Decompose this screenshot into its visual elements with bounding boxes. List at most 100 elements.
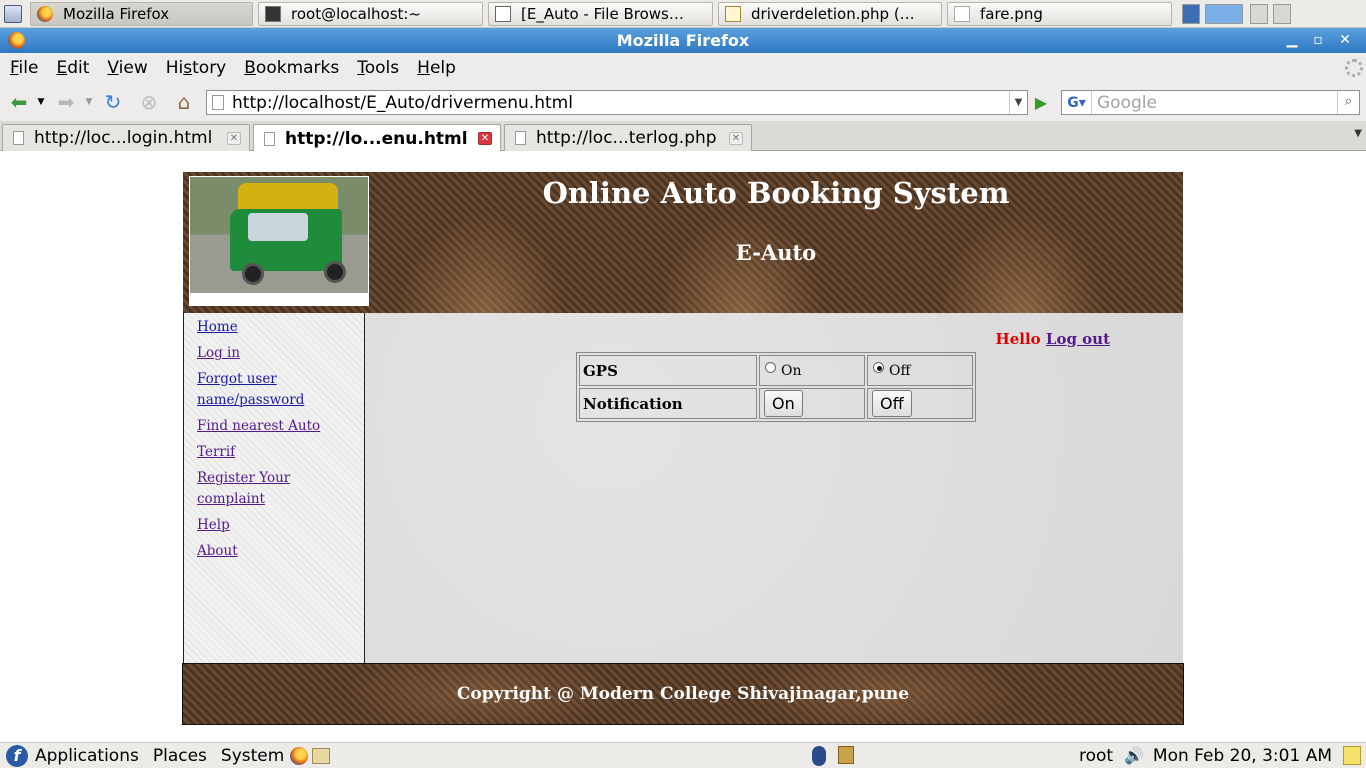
tab-list-dropdown[interactable]: ▼: [1354, 128, 1362, 139]
clock[interactable]: Mon Feb 20, 3:01 AM: [1153, 746, 1332, 766]
site-header: Online Auto Booking System E-Auto: [183, 172, 1183, 314]
forward-history-dropdown[interactable]: ▼: [82, 90, 96, 114]
terminal-icon: [265, 5, 281, 22]
mail-launcher-icon[interactable]: [312, 747, 331, 764]
volume-icon[interactable]: 🔊: [1124, 746, 1144, 765]
menu-applications[interactable]: Applications: [35, 746, 139, 766]
home-icon[interactable]: ⌂: [171, 90, 197, 114]
bottom-panel: f Applications Places System root 🔊 Mon …: [0, 742, 1366, 768]
notification-on-button[interactable]: On: [764, 390, 803, 417]
workspace-1[interactable]: [1182, 4, 1200, 24]
task-file-browser[interactable]: [E_Auto - File Brows…: [488, 1, 713, 26]
menu-bookmarks[interactable]: Bookmarks: [235, 58, 348, 78]
task-firefox[interactable]: Mozilla Firefox: [30, 1, 253, 26]
menu-tools[interactable]: Tools: [348, 58, 408, 78]
gps-on-radio[interactable]: [765, 362, 776, 373]
gps-off-radio[interactable]: [873, 362, 884, 373]
reload-icon[interactable]: ↻: [100, 90, 126, 114]
sidebar-link-complaint[interactable]: Register Your complaint: [197, 468, 327, 510]
greeting: Hello Log out: [996, 330, 1110, 348]
gps-on-cell: On: [759, 355, 865, 386]
firefox-launcher-icon[interactable]: [290, 746, 309, 765]
text-editor-icon: [725, 5, 741, 22]
maximize-button[interactable]: ▫: [1306, 31, 1330, 50]
sidebar-link-about[interactable]: About: [197, 541, 327, 562]
main-panel: Hello Log out GPS On Off Notification On…: [365, 313, 1183, 664]
page-content: Online Auto Booking System E-Auto Home L…: [0, 151, 1366, 742]
folder-icon: [495, 5, 511, 22]
stop-icon[interactable]: ⊗: [136, 90, 162, 114]
firefox-icon: [37, 5, 53, 22]
show-desktop-icon[interactable]: [2, 3, 24, 25]
menubar: File Edit View History Bookmarks Tools H…: [0, 53, 1366, 83]
tab-close-icon[interactable]: ✕: [729, 132, 743, 145]
driver-controls-table: GPS On Off Notification On Off: [576, 352, 976, 422]
notification-label: Notification: [579, 388, 757, 419]
search-bar[interactable]: G▾ Google ⌕: [1061, 90, 1360, 115]
tab-close-icon[interactable]: ✕: [478, 132, 492, 145]
url-text: http://localhost/E_Auto/drivermenu.html: [232, 92, 573, 113]
logout-link[interactable]: Log out: [1046, 330, 1110, 348]
minimize-button[interactable]: ▁: [1280, 31, 1304, 50]
update-notifier-icon[interactable]: [838, 746, 854, 764]
tab-close-icon[interactable]: ✕: [227, 132, 241, 145]
tab-terlog[interactable]: http://loc...terlog.php ✕: [504, 124, 752, 151]
task-image[interactable]: fare.png: [947, 1, 1172, 26]
close-button[interactable]: ✕: [1333, 31, 1357, 50]
back-history-dropdown[interactable]: ▼: [34, 90, 48, 114]
task-terminal[interactable]: root@localhost:~: [258, 1, 483, 26]
menu-history[interactable]: History: [157, 58, 236, 78]
image-file-icon: [954, 5, 970, 22]
sidebar-link-tariff[interactable]: Terrif: [197, 442, 327, 463]
gps-label: GPS: [579, 355, 757, 386]
sidebar-link-help[interactable]: Help: [197, 515, 327, 536]
workspace-3[interactable]: [1250, 4, 1268, 24]
table-row: GPS On Off: [579, 355, 973, 386]
back-arrow-icon[interactable]: ⬅: [6, 90, 32, 114]
sidebar-link-forgot[interactable]: Forgot user name/password: [197, 369, 327, 411]
url-history-dropdown[interactable]: ▼: [1009, 91, 1027, 114]
tab-drivermenu[interactable]: http://lo...enu.html ✕: [253, 124, 501, 152]
menu-view[interactable]: View: [98, 58, 156, 78]
sidebar-link-home[interactable]: Home: [197, 317, 327, 338]
notif-off-cell: Off: [867, 388, 973, 419]
site-subtitle: E-Auto: [735, 240, 817, 265]
menu-help[interactable]: Help: [408, 58, 465, 78]
search-input[interactable]: Google: [1092, 93, 1337, 113]
fedora-logo-icon: f: [6, 744, 28, 767]
task-editor[interactable]: driverdeletion.php (…: [718, 1, 942, 26]
bluetooth-icon[interactable]: [812, 746, 826, 766]
site-footer: Copyright @ Modern College Shivajinagar,…: [182, 663, 1184, 725]
sidebar-link-login[interactable]: Log in: [197, 343, 327, 364]
window-titlebar: Mozilla Firefox ▁ ▫ ✕: [0, 28, 1366, 53]
site-title: Online Auto Booking System: [542, 176, 1010, 210]
page-icon: [13, 131, 24, 145]
user-name: root: [1079, 746, 1114, 766]
google-engine-icon[interactable]: G▾: [1062, 91, 1092, 114]
window-title: Mozilla Firefox: [616, 31, 750, 50]
hello-text: Hello: [995, 330, 1041, 348]
url-bar[interactable]: http://localhost/E_Auto/drivermenu.html …: [206, 90, 1028, 115]
tab-login[interactable]: http://loc...login.html ✕: [2, 124, 250, 151]
forward-arrow-icon[interactable]: ➡: [53, 90, 79, 114]
page-icon: [212, 95, 224, 110]
menu-system[interactable]: System: [221, 746, 284, 766]
notif-on-cell: On: [759, 388, 865, 419]
sidebar-link-find-auto[interactable]: Find nearest Auto: [197, 416, 327, 437]
workspace-2[interactable]: [1205, 4, 1243, 24]
page-icon: [515, 131, 526, 145]
search-magnifier-icon[interactable]: ⌕: [1337, 91, 1359, 114]
tab-strip: http://loc...login.html ✕ http://lo...en…: [0, 121, 1366, 152]
gps-off-cell: Off: [867, 355, 973, 386]
notes-icon[interactable]: [1343, 746, 1361, 765]
go-arrow-icon[interactable]: ▶: [1031, 92, 1051, 113]
notification-off-button[interactable]: Off: [872, 390, 912, 417]
page-icon: [264, 131, 275, 146]
menu-file[interactable]: File: [1, 58, 47, 78]
activity-throbber-icon: [1345, 59, 1363, 77]
menu-edit[interactable]: Edit: [47, 58, 98, 78]
top-panel: Mozilla Firefox root@localhost:~ [E_Auto…: [0, 0, 1366, 28]
sidebar-nav: Home Log in Forgot user name/password Fi…: [183, 313, 365, 664]
workspace-4[interactable]: [1273, 4, 1291, 24]
menu-places[interactable]: Places: [153, 746, 207, 766]
